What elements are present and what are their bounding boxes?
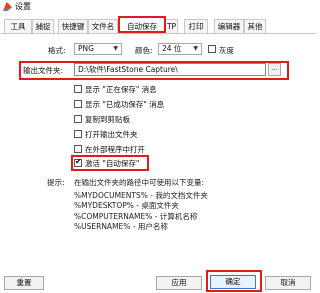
format-select[interactable]: PNG ▼: [74, 43, 122, 55]
activate-autosave-checkbox[interactable]: [74, 157, 82, 167]
window-title: 设置: [15, 2, 31, 11]
copy-clipboard-checkbox[interactable]: [74, 115, 82, 123]
tab-other[interactable]: 其他: [244, 19, 266, 33]
format-value: PNG: [78, 44, 94, 53]
open-folder-checkbox[interactable]: [74, 130, 82, 138]
tab-strip: 工具栏 捕捉 快捷键 文件名 自动保存 TP 打印 编辑器 其他: [0, 16, 316, 44]
color-value: 24 位: [162, 44, 182, 53]
hint-label: 提示:: [47, 178, 65, 187]
format-label: 格式:: [48, 46, 66, 55]
reset-button[interactable]: 重置: [4, 276, 44, 290]
apply-button[interactable]: 应用: [156, 276, 202, 290]
app-icon: [3, 2, 12, 11]
show-saved-checkbox[interactable]: [74, 100, 82, 108]
grayscale-checkbox[interactable]: [208, 45, 216, 53]
hint-line: %MYDOCUMENTS% - 我的文档文件夹: [74, 190, 208, 200]
tab-toolbar[interactable]: 工具栏: [4, 19, 32, 44]
output-folder-input[interactable]: D:\软件\FastStone Capture\: [74, 63, 266, 76]
hint-text: 在输出文件夹的路径中可使用以下变量: %MYDOCUMENTS% - 我的文档文…: [74, 178, 208, 233]
browse-button[interactable]: ...: [268, 63, 281, 76]
show-saving-label: 显示 "正在保存" 消息: [85, 85, 157, 94]
open-folder-label: 打开输出文件夹: [85, 130, 138, 139]
chevron-down-icon: ▼: [193, 45, 198, 52]
tab-print[interactable]: 打印: [184, 19, 208, 33]
tab-ftp[interactable]: TP: [166, 19, 178, 33]
ok-button[interactable]: 确定: [210, 275, 256, 289]
cancel-button[interactable]: 取消: [265, 276, 311, 290]
title-bar: 设置: [0, 0, 316, 14]
show-saving-checkbox[interactable]: [74, 85, 82, 93]
output-folder-label: 输出文件夹:: [23, 66, 64, 75]
hint-line: %COMPUTERNAME% - 计算机名称: [74, 211, 198, 221]
color-label: 颜色:: [135, 46, 153, 55]
chevron-down-icon: ▼: [113, 45, 118, 52]
open-external-label: 在外部程序中打开: [85, 145, 145, 154]
tab-filename[interactable]: 文件名: [88, 19, 118, 33]
grayscale-label: 灰度: [219, 46, 234, 55]
hint-line: %MYDESKTOP% - 桌面文件夹: [74, 201, 179, 210]
show-saved-label: 显示 "已成功保存" 消息: [85, 100, 165, 109]
color-select[interactable]: 24 位 ▼: [158, 43, 202, 55]
tab-hotkeys[interactable]: 快捷键: [58, 19, 88, 33]
open-external-checkbox[interactable]: [74, 145, 82, 153]
copy-clipboard-label: 复制到剪贴板: [85, 115, 130, 124]
hint-line: 在输出文件夹的路径中可使用以下变量:: [74, 178, 205, 187]
tab-autosave[interactable]: 自动保存: [118, 16, 166, 33]
tab-capture[interactable]: 捕捉: [32, 19, 54, 33]
tab-editor[interactable]: 编辑器: [214, 19, 244, 33]
hint-line: %USERNAME% - 用户名称: [74, 222, 168, 231]
activate-autosave-label: 激活 "自动保存": [85, 159, 140, 168]
